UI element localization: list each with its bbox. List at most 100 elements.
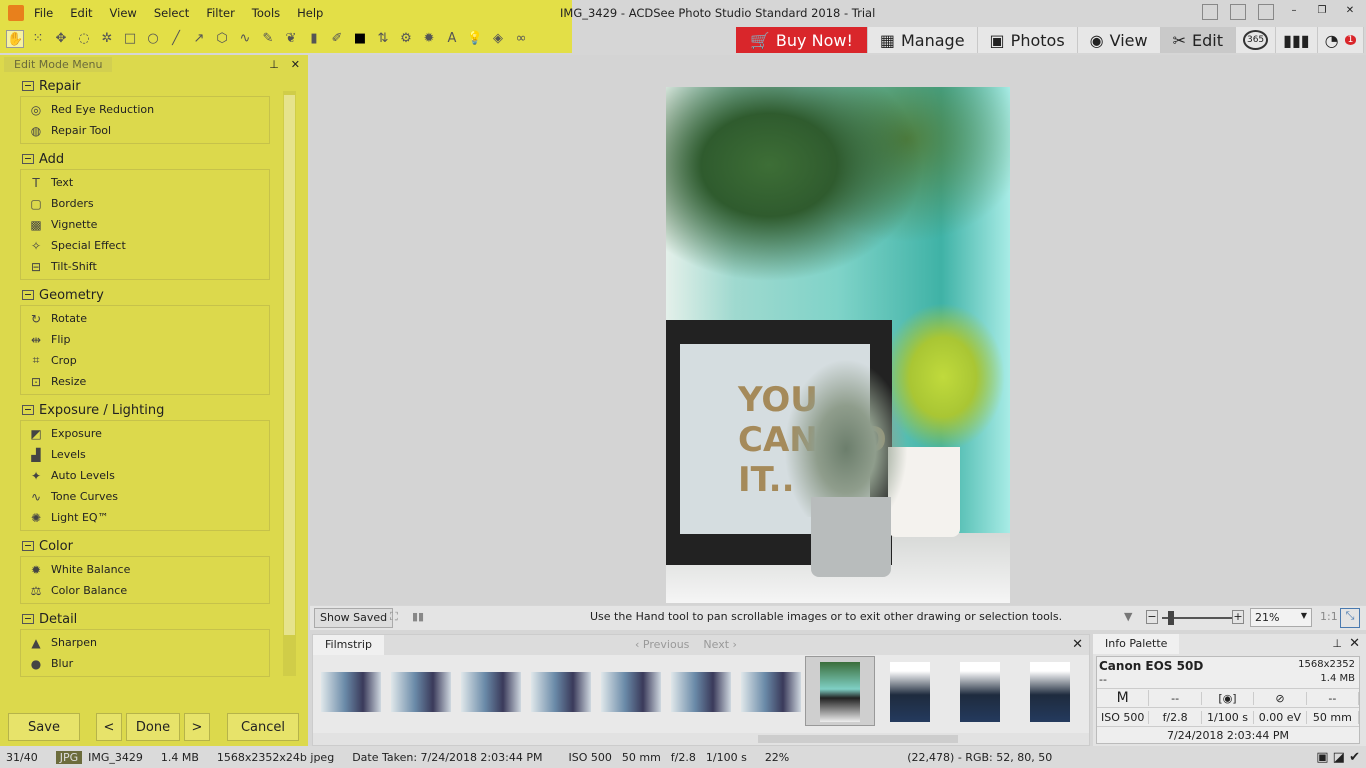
photo-image[interactable]: YOU CAN DO IT.. bbox=[666, 87, 1010, 603]
text-icon[interactable]: A bbox=[443, 30, 461, 48]
menu-item-flip[interactable]: ⇹ Flip bbox=[21, 329, 269, 350]
collapse-icon[interactable] bbox=[22, 81, 34, 91]
filmstrip-thumbnail[interactable] bbox=[1030, 662, 1070, 722]
menu-item-special-effect[interactable]: ✧ Special Effect bbox=[21, 235, 269, 256]
menu-item-exposure[interactable]: ◩ Exposure bbox=[21, 423, 269, 444]
brush-icon[interactable]: ✎ bbox=[259, 30, 277, 48]
filmstrip-scrollbar[interactable] bbox=[313, 733, 1089, 745]
next-link[interactable]: Next › bbox=[703, 638, 737, 651]
filmstrip-thumbnail[interactable] bbox=[321, 672, 381, 712]
group-header[interactable]: Color bbox=[22, 537, 270, 555]
buy-now-button[interactable]: 🛒 Buy Now! bbox=[736, 27, 868, 53]
filmstrip-thumbnail[interactable] bbox=[461, 672, 521, 712]
collapse-icon[interactable] bbox=[22, 405, 34, 415]
previous-link[interactable]: ‹ Previous bbox=[635, 638, 689, 651]
histogram-icon[interactable]: ▮▮ bbox=[412, 610, 424, 623]
menu-item-rotate[interactable]: ↻ Rotate bbox=[21, 308, 269, 329]
view-mode-button[interactable]: ◉ View bbox=[1077, 27, 1161, 53]
menu-item-vignette[interactable]: ▩ Vignette bbox=[21, 214, 269, 235]
layout-bottom-icon[interactable] bbox=[1230, 4, 1246, 20]
scrollbar-thumb[interactable] bbox=[284, 95, 295, 635]
panel-scrollbar[interactable] bbox=[283, 91, 296, 676]
filmstrip-thumbnail[interactable] bbox=[960, 662, 1000, 722]
close-button[interactable]: ✕ bbox=[1342, 4, 1358, 20]
lasso-icon[interactable]: ◌ bbox=[75, 30, 93, 48]
next-button[interactable]: > bbox=[184, 713, 210, 741]
marquee-icon[interactable]: ⁙ bbox=[29, 30, 47, 48]
menu-view[interactable]: View bbox=[110, 6, 137, 20]
polygon-icon[interactable]: ⬡ bbox=[213, 30, 231, 48]
fill-icon[interactable]: ◈ bbox=[489, 30, 507, 48]
menu-item-levels[interactable]: ▟ Levels bbox=[21, 444, 269, 465]
collapse-icon[interactable] bbox=[22, 154, 34, 164]
menu-item-red-eye-reduction[interactable]: ◎ Red Eye Reduction bbox=[21, 99, 269, 120]
menu-item-sharpen[interactable]: ▲ Sharpen bbox=[21, 632, 269, 653]
layout-left-icon[interactable] bbox=[1202, 4, 1218, 20]
gradient-icon[interactable]: ▮ bbox=[305, 30, 323, 48]
group-header[interactable]: Geometry bbox=[22, 286, 270, 304]
binoculars-icon[interactable]: ∞ bbox=[512, 30, 530, 48]
365-button[interactable]: 365 bbox=[1235, 27, 1277, 53]
group-header[interactable]: Exposure / Lighting bbox=[22, 401, 270, 419]
menu-tools[interactable]: Tools bbox=[252, 6, 280, 20]
filmstrip-thumbnail[interactable] bbox=[890, 662, 930, 722]
line-icon[interactable]: ╱ bbox=[167, 30, 185, 48]
color-swatch-icon[interactable]: ■ bbox=[351, 30, 369, 48]
rectangle-icon[interactable]: □ bbox=[121, 30, 139, 48]
filmstrip-thumbnail[interactable] bbox=[391, 672, 451, 712]
status-icons[interactable]: ▣ ◪ ✔ bbox=[1316, 750, 1360, 765]
photos-mode-button[interactable]: ▣ Photos bbox=[977, 27, 1078, 53]
pin-icon[interactable]: ⊥ bbox=[269, 58, 279, 71]
edit-mode-button[interactable]: ✂ Edit bbox=[1160, 27, 1236, 53]
menu-item-white-balance[interactable]: ✹ White Balance bbox=[21, 559, 269, 580]
menu-edit[interactable]: Edit bbox=[70, 6, 92, 20]
menu-item-light-eq[interactable]: ✺ Light EQ™ bbox=[21, 507, 269, 528]
filmstrip-thumbnail[interactable] bbox=[671, 672, 731, 712]
settings-icon[interactable]: ✹ bbox=[420, 30, 438, 48]
zoom-in-button[interactable]: + bbox=[1232, 610, 1244, 624]
menu-help[interactable]: Help bbox=[297, 6, 323, 20]
minimize-button[interactable]: – bbox=[1286, 4, 1302, 20]
menu-file[interactable]: File bbox=[34, 6, 53, 20]
gear-icon[interactable]: ⚙ bbox=[397, 30, 415, 48]
menu-item-tilt-shift[interactable]: ⊟ Tilt-Shift bbox=[21, 256, 269, 277]
close-info-icon[interactable]: ✕ bbox=[1349, 636, 1360, 651]
fit-image-button[interactable]: ⤡ bbox=[1340, 608, 1360, 628]
fullscreen-icon[interactable]: ⛶ bbox=[390, 610, 398, 624]
ellipse-icon[interactable]: ○ bbox=[144, 30, 162, 48]
menu-filter[interactable]: Filter bbox=[206, 6, 234, 20]
menu-item-borders[interactable]: ▢ Borders bbox=[21, 193, 269, 214]
show-saved-button[interactable]: Show Saved bbox=[314, 608, 394, 628]
smudge-icon[interactable]: ❦ bbox=[282, 30, 300, 48]
menu-item-auto-levels[interactable]: ✦ Auto Levels bbox=[21, 465, 269, 486]
group-header[interactable]: Repair bbox=[22, 77, 270, 95]
collapse-icon[interactable] bbox=[22, 614, 34, 624]
swap-colors-icon[interactable]: ⇅ bbox=[374, 30, 392, 48]
collapse-icon[interactable] bbox=[22, 541, 34, 551]
dashboard-button[interactable]: ▮▮▮ bbox=[1276, 27, 1318, 53]
close-panel-icon[interactable]: ✕ bbox=[291, 58, 300, 71]
layout-right-icon[interactable] bbox=[1258, 4, 1274, 20]
magic-wand-icon[interactable]: ✲ bbox=[98, 30, 116, 48]
filmstrip-thumbnail[interactable] bbox=[601, 672, 661, 712]
group-header[interactable]: Detail bbox=[22, 610, 270, 628]
menu-item-text[interactable]: T Text bbox=[21, 172, 269, 193]
cancel-button[interactable]: Cancel bbox=[227, 713, 299, 741]
collapse-icon[interactable] bbox=[22, 290, 34, 300]
menu-item-crop[interactable]: ⌗ Crop bbox=[21, 350, 269, 371]
pin-icon[interactable]: ⊥ bbox=[1332, 637, 1342, 650]
manage-mode-button[interactable]: ▦ Manage bbox=[867, 27, 978, 53]
close-filmstrip-icon[interactable]: ✕ bbox=[1072, 637, 1083, 652]
eyedropper-icon[interactable]: ✐ bbox=[328, 30, 346, 48]
arrow-icon[interactable]: ↗ bbox=[190, 30, 208, 48]
bulb-icon[interactable]: 💡 bbox=[466, 30, 484, 48]
zoom-select[interactable]: 21% ▼ bbox=[1250, 608, 1312, 627]
menu-item-resize[interactable]: ⊡ Resize bbox=[21, 371, 269, 392]
menu-select[interactable]: Select bbox=[154, 6, 189, 20]
curve-icon[interactable]: ∿ bbox=[236, 30, 254, 48]
filmstrip-thumbnail[interactable] bbox=[741, 672, 801, 712]
zoom-slider[interactable] bbox=[1162, 611, 1232, 625]
menu-item-color-balance[interactable]: ⚖ Color Balance bbox=[21, 580, 269, 601]
group-header[interactable]: Add bbox=[22, 150, 270, 168]
done-button[interactable]: Done bbox=[126, 713, 180, 741]
